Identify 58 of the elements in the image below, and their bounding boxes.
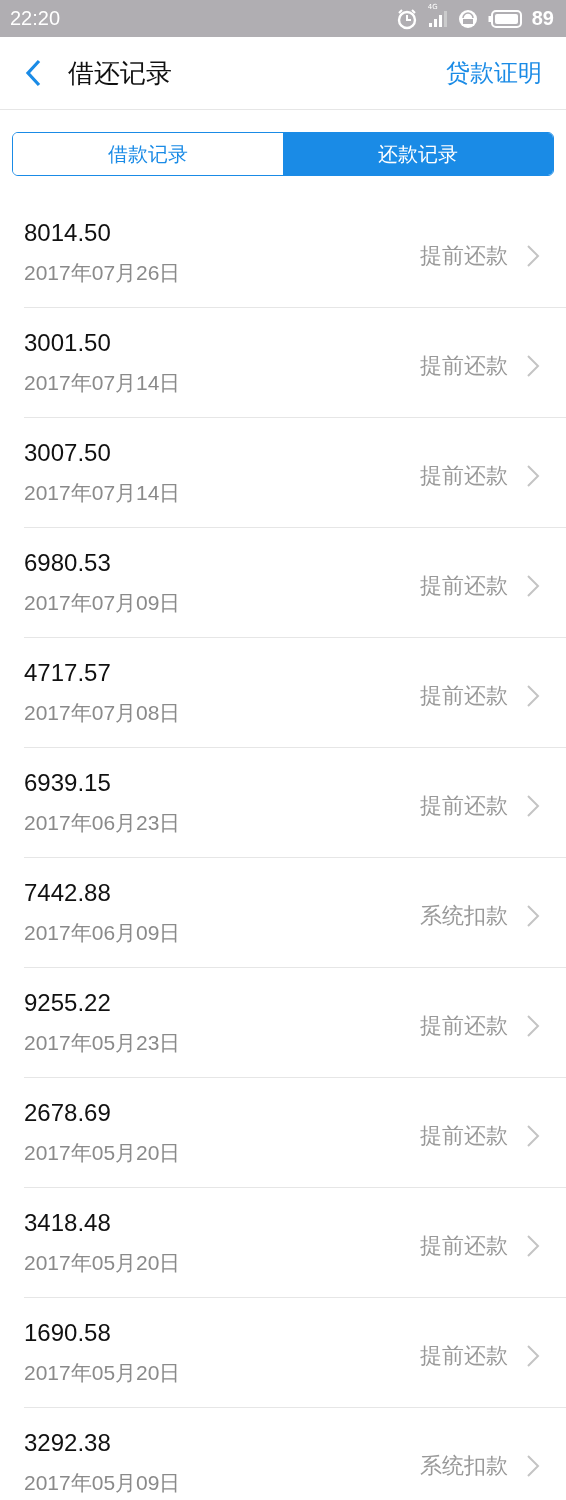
amount: 1690.58 (24, 1318, 112, 1347)
chevron-icon[interactable] (526, 1233, 540, 1258)
page-title: 借还记录 (68, 56, 172, 90)
amount: 3001.50 (24, 328, 112, 357)
date: 2017年07月14日 (24, 479, 182, 506)
amount: 6939.15 (24, 768, 112, 797)
tab[interactable]: 还款记录 (283, 133, 553, 175)
date: 2017年07月14日 (24, 369, 182, 396)
chevron-icon[interactable] (526, 793, 540, 818)
back-icon[interactable] (24, 59, 42, 87)
repayment-type: 提前还款 (420, 1231, 508, 1260)
date: 2017年06月23日 (24, 809, 182, 836)
repayment-type: 提前还款 (420, 681, 508, 710)
repayment-type: 提前还款 (420, 791, 508, 820)
chevron-icon[interactable] (526, 463, 540, 488)
amount: 9255.22 (24, 988, 112, 1017)
signal-icon (427, 9, 448, 28)
chevron-icon[interactable] (526, 1123, 540, 1148)
date: 2017年05月09日 (24, 1469, 182, 1496)
amount: 7442.88 (24, 878, 112, 907)
amount: 2678.69 (24, 1098, 112, 1127)
amount: 3007.50 (24, 438, 112, 467)
status-time: 22:20 (10, 7, 61, 30)
battery-level: 89 (531, 7, 554, 30)
date: 2017年05月23日 (24, 1029, 182, 1056)
date: 2017年05月20日 (24, 1249, 182, 1276)
chevron-icon[interactable] (526, 243, 540, 268)
chevron-icon[interactable] (526, 353, 540, 378)
repayment-type: 提前还款 (420, 1121, 508, 1150)
repayment-type: 提前还款 (420, 1341, 508, 1370)
chevron-icon[interactable] (526, 903, 540, 928)
amount: 3418.48 (24, 1208, 112, 1237)
chevron-icon[interactable] (526, 1453, 540, 1478)
repayment-type: 提前还款 (420, 461, 508, 490)
battery-icon (487, 9, 522, 28)
date: 2017年05月20日 (24, 1139, 182, 1166)
repayment-type: 提前还款 (420, 241, 508, 270)
chevron-icon[interactable] (526, 683, 540, 708)
date: 2017年07月26日 (24, 259, 182, 286)
chevron-icon[interactable] (526, 1343, 540, 1368)
chevron-icon[interactable] (526, 573, 540, 598)
repayment-type: 系统扣款 (420, 901, 508, 930)
loan-certificate-link[interactable]: 贷款证明 (446, 57, 542, 89)
amount: 3292.38 (24, 1428, 112, 1457)
date: 2017年07月09日 (24, 589, 182, 616)
amount: 6980.53 (24, 548, 112, 577)
date: 2017年07月08日 (24, 699, 182, 726)
amount: 8014.50 (24, 218, 112, 247)
date: 2017年05月20日 (24, 1359, 182, 1386)
repayment-type: 提前还款 (420, 571, 508, 600)
hd-voice-icon (457, 8, 478, 29)
alarm-clock-icon (395, 7, 418, 30)
amount: 4717.57 (24, 658, 112, 687)
repayment-type: 提前还款 (420, 1011, 508, 1040)
date: 2017年06月09日 (24, 919, 182, 946)
chevron-icon[interactable] (526, 1013, 540, 1038)
repayment-type: 提前还款 (420, 351, 508, 380)
repayment-type: 系统扣款 (420, 1451, 508, 1480)
